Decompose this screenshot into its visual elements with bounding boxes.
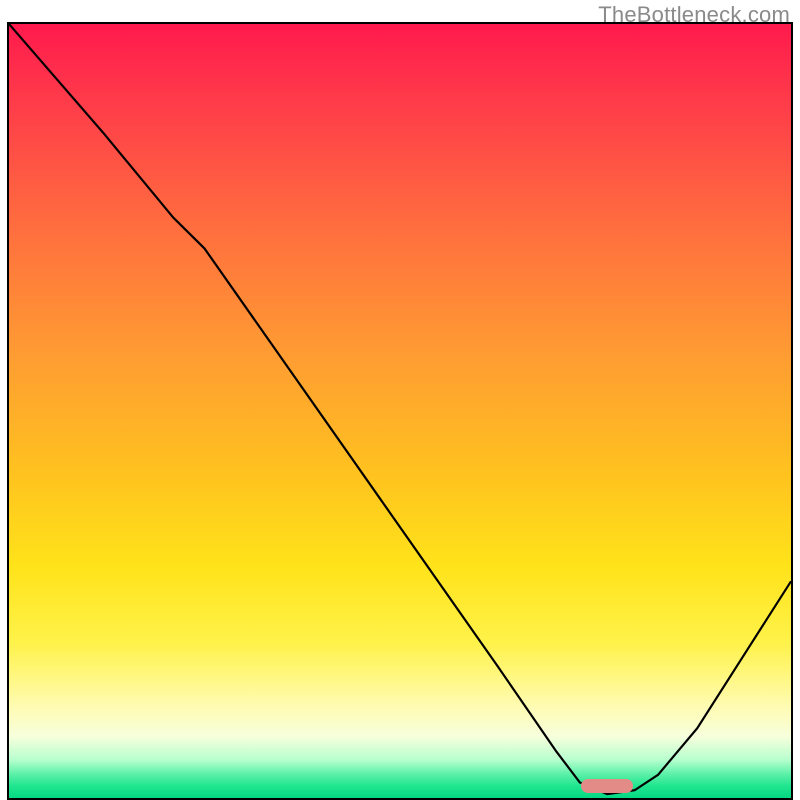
optimal-marker bbox=[581, 779, 633, 793]
bottleneck-curve bbox=[9, 24, 791, 798]
chart-frame bbox=[7, 22, 793, 800]
curve-path bbox=[9, 24, 791, 794]
